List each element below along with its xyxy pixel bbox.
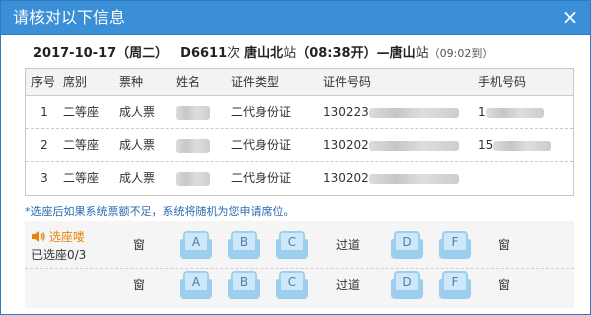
row-id-type: 二代身份证: [231, 171, 292, 185]
seat-B-row2[interactable]: B: [228, 271, 260, 300]
dialog-titlebar: 请核对以下信息 ×: [1, 1, 590, 35]
trip-arrow: —: [376, 46, 390, 61]
dialog-title: 请核对以下信息: [13, 8, 126, 27]
col-header-seat-class: 席别: [63, 75, 88, 89]
table-row: 3 二等座 成人票 二代身份证 130202: [26, 162, 573, 195]
row-seat-class: 二等座: [63, 138, 100, 152]
col-header-phone: 手机号码: [478, 75, 527, 89]
trip-date: 2017-10-17: [33, 46, 117, 61]
seat-F-row1[interactable]: F: [439, 231, 471, 260]
row-no: 1: [40, 105, 48, 119]
depart-time: （08:38开）: [296, 46, 377, 61]
row-id-number: 130202: [323, 129, 459, 162]
aisle-label: 过道: [336, 278, 361, 292]
row-name-redacted: [176, 162, 210, 195]
seat-notice: *选座后如果系统票额不足，系统将随机为您申请席位。: [25, 205, 295, 218]
row-ticket-type: 成人票: [119, 105, 156, 119]
from-station-suffix: 站: [283, 46, 297, 61]
row-id-number: 130202: [323, 162, 459, 195]
window-label-right: 窗: [498, 238, 511, 252]
to-station-suffix: 站: [415, 46, 429, 61]
trip-summary: 2017-10-17（周二） D6611次 唐山北站（08:38开）—唐山站（09:…: [33, 43, 493, 65]
row-seat-class: 二等座: [63, 105, 100, 119]
seat-C-row2[interactable]: C: [276, 271, 308, 300]
from-station: 唐山北: [244, 46, 284, 61]
col-header-ticket-type: 票种: [119, 75, 144, 89]
table-row: 1 二等座 成人票 二代身份证 130223 1: [26, 96, 573, 129]
aisle-label: 过道: [336, 238, 361, 252]
col-header-id-number: 证件号码: [323, 75, 372, 89]
row-name-redacted: [176, 129, 210, 162]
train-suffix: 次: [227, 46, 241, 61]
col-header-name: 姓名: [176, 75, 201, 89]
row-ticket-type: 成人票: [119, 171, 156, 185]
seat-F-row2[interactable]: F: [439, 271, 471, 300]
row-no: 3: [40, 171, 48, 185]
col-header-no: 序号: [31, 75, 56, 89]
table-header: 序号 席别 票种 姓名 证件类型 证件号码 手机号码: [26, 69, 573, 96]
seat-A-row1[interactable]: A: [180, 231, 212, 260]
window-label-left: 窗: [133, 278, 146, 292]
row-phone: 15: [478, 129, 552, 162]
table-row: 2 二等座 成人票 二代身份证 130202 15: [26, 129, 573, 162]
seat-C-row1[interactable]: C: [276, 231, 308, 260]
window-label-left: 窗: [133, 238, 146, 252]
seat-D-row1[interactable]: D: [391, 231, 423, 260]
col-header-id-type: 证件类型: [231, 75, 280, 89]
train-number: D6611: [180, 46, 228, 61]
seat-D-row2[interactable]: D: [391, 271, 423, 300]
seat-B-row1[interactable]: B: [228, 231, 260, 260]
passenger-table: 序号 席别 票种 姓名 证件类型 证件号码 手机号码 1 二等座 成人票 二代身…: [25, 68, 574, 196]
row-id-number: 130223: [323, 96, 459, 129]
seat-selection-panel: 选座喽 已选座0/3 窗 A B C 过道 D F 窗 窗 A B C 过道 D…: [25, 221, 574, 308]
row-name-redacted: [176, 96, 210, 129]
row-id-type: 二代身份证: [231, 105, 292, 119]
row-no: 2: [40, 138, 48, 152]
to-station: 唐山: [389, 46, 416, 61]
row-id-type: 二代身份证: [231, 138, 292, 152]
seat-row-2: 窗 A B C 过道 D F 窗: [25, 269, 574, 301]
row-phone: 1: [478, 96, 544, 129]
close-icon[interactable]: ×: [558, 5, 582, 29]
arrive-time: （09:02到）: [428, 47, 494, 60]
window-label-right: 窗: [498, 278, 511, 292]
seat-A-row2[interactable]: A: [180, 271, 212, 300]
seat-row-1: 窗 A B C 过道 D F 窗: [25, 229, 574, 261]
trip-weekday: （周二）: [116, 46, 169, 61]
row-seat-class: 二等座: [63, 171, 100, 185]
row-ticket-type: 成人票: [119, 138, 156, 152]
confirm-dialog: 请核对以下信息 × 2017-10-17（周二） D6611次 唐山北站（08:38…: [0, 0, 591, 315]
